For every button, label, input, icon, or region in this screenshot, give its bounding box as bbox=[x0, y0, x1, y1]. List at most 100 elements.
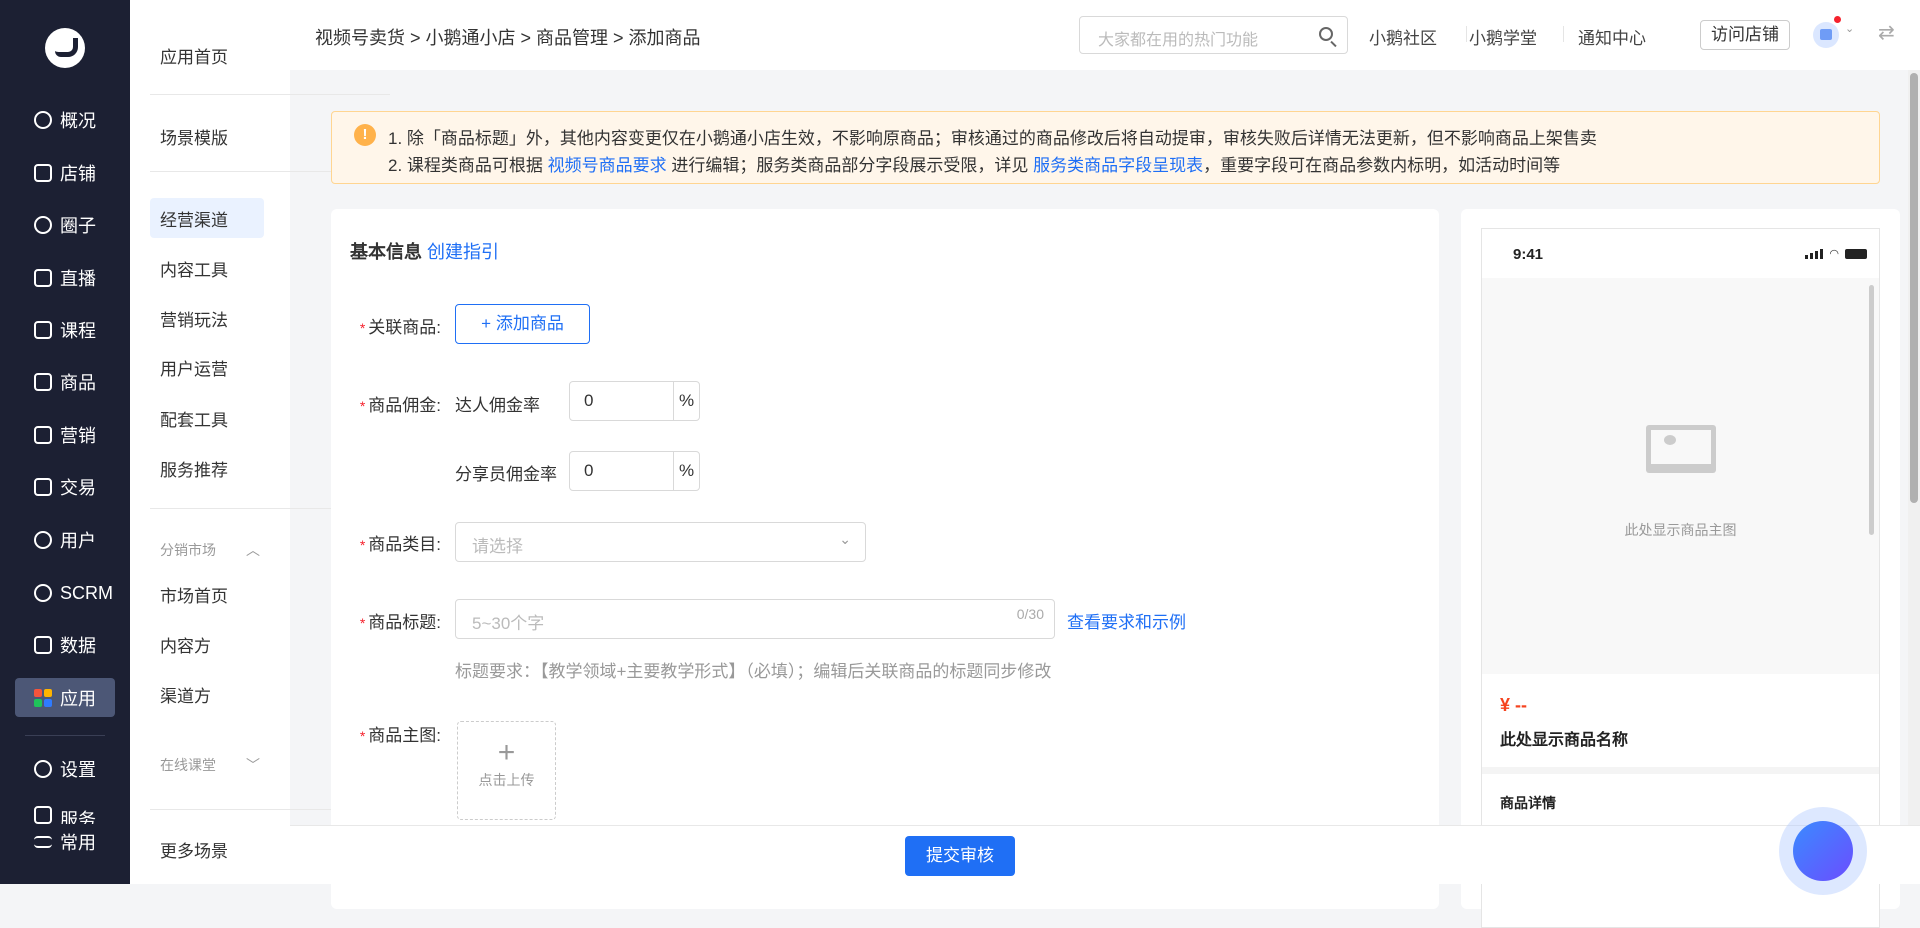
image-placeholder: 此处显示商品主图 bbox=[1482, 278, 1879, 674]
chat-icon bbox=[34, 584, 52, 602]
chart-icon bbox=[34, 636, 52, 654]
sub-item[interactable]: 营销玩法 bbox=[150, 298, 264, 338]
bottom-bar: 提交审核 bbox=[290, 825, 1920, 884]
related-product-label: * 关联商品: bbox=[359, 318, 441, 337]
search-icon[interactable] bbox=[1319, 27, 1333, 41]
video-requirements-link[interactable]: 视频号商品要求 bbox=[548, 156, 667, 175]
nav-store[interactable]: 店铺 bbox=[0, 155, 130, 191]
main-image-label: * 商品主图: bbox=[359, 726, 441, 745]
group-icon bbox=[34, 216, 52, 234]
visit-store-button[interactable]: 访问店铺 bbox=[1700, 20, 1790, 50]
link-community[interactable]: 小鹅社区 bbox=[1369, 24, 1437, 49]
preview-name: 此处显示商品名称 bbox=[1500, 732, 1629, 749]
chevron-down-icon: ⌄ bbox=[839, 531, 851, 547]
nav-overview[interactable]: 概况 bbox=[0, 102, 130, 138]
chevron-up-icon: ︿ bbox=[246, 542, 260, 558]
sub-sidebar: 应用首页 场景模版 经营渠道 内容工具 营销玩法 用户运营 配套工具 服务推荐 … bbox=[130, 0, 390, 884]
signal-icon bbox=[1805, 249, 1824, 259]
divider bbox=[1563, 26, 1564, 42]
add-product-button[interactable]: + 添加商品 bbox=[455, 304, 590, 344]
sub-item[interactable]: 配套工具 bbox=[150, 398, 264, 438]
upload-image-button[interactable]: + 点击上传 bbox=[457, 721, 556, 820]
sub-item[interactable]: 用户运营 bbox=[150, 347, 264, 387]
user-icon bbox=[34, 531, 52, 549]
title-input[interactable]: 5~30个字 0/30 bbox=[455, 599, 1055, 639]
nav-trade[interactable]: 交易 bbox=[0, 469, 130, 505]
warning-icon: ! bbox=[354, 124, 376, 146]
top-bar: 视频号卖货 > 小鹅通小店 > 商品管理 > 添加商品 大家都在用的热门功能 小… bbox=[290, 0, 1920, 70]
create-guide-link[interactable]: 创建指引 bbox=[427, 242, 499, 262]
nav-data[interactable]: 数据 bbox=[0, 627, 130, 663]
sub-item[interactable]: 服务推荐 bbox=[150, 448, 264, 488]
nav-circle[interactable]: 圈子 bbox=[0, 207, 130, 243]
link-academy[interactable]: 小鹅学堂 bbox=[1469, 24, 1537, 49]
sharer-rate-label: 分享员佣金率 bbox=[455, 465, 557, 484]
nav-product[interactable]: 商品 bbox=[0, 364, 130, 400]
service-fields-link[interactable]: 服务类商品字段呈现表 bbox=[1033, 156, 1203, 175]
section-header: 基本信息 创建指引 bbox=[350, 242, 500, 262]
divider bbox=[1466, 26, 1467, 42]
talent-rate-input[interactable]: 0% bbox=[569, 381, 700, 421]
nav-live[interactable]: 直播 bbox=[0, 260, 130, 296]
page-scrollbar[interactable] bbox=[1908, 70, 1920, 825]
nav-course[interactable]: 课程 bbox=[0, 312, 130, 348]
sub-templates[interactable]: 场景模版 bbox=[150, 116, 264, 156]
nav-scrm[interactable]: SCRM bbox=[0, 575, 130, 611]
preview-price: ¥ -- bbox=[1500, 695, 1527, 715]
store-avatar[interactable] bbox=[1813, 22, 1839, 48]
notification-dot bbox=[1834, 16, 1841, 23]
plus-icon: + bbox=[497, 736, 516, 769]
notice-line-2: 2. 课程类商品可根据 视频号商品要求 进行编辑；服务类商品部分字段展示受限，详… bbox=[388, 156, 1561, 175]
nav-marketing[interactable]: 营销 bbox=[0, 417, 130, 453]
basic-info-card: 基本信息 创建指引 * 关联商品: + 添加商品 * 商品佣金: 达人佣金率 0% … bbox=[331, 209, 1439, 909]
chevron-down-icon[interactable]: ⌄ bbox=[1845, 22, 1854, 35]
product-icon bbox=[34, 373, 52, 391]
preview-detail-heading: 商品详情 bbox=[1500, 795, 1556, 811]
switch-icon[interactable]: ⇄ bbox=[1878, 20, 1895, 45]
sub-item[interactable]: 内容工具 bbox=[150, 248, 264, 288]
nav-apps[interactable]: 应用 bbox=[15, 678, 115, 717]
breadcrumb: 视频号卖货 > 小鹅通小店 > 商品管理 > 添加商品 bbox=[315, 28, 701, 48]
status-time: 9:41 bbox=[1513, 246, 1544, 263]
notice-banner: ! 1. 除「商品标题」外，其他内容变更仅在小鹅通小店生效，不影响原商品；审核通… bbox=[331, 111, 1880, 184]
nav-common[interactable]: 常用 bbox=[0, 824, 130, 860]
sub-item-channels[interactable]: 经营渠道 bbox=[150, 198, 264, 238]
wifi-icon: ◠ bbox=[1829, 248, 1839, 260]
store-icon bbox=[34, 164, 52, 182]
search-input[interactable]: 大家都在用的热门功能 bbox=[1079, 16, 1348, 54]
chevron-down-icon: ﹀ bbox=[246, 757, 260, 773]
apps-icon bbox=[34, 688, 52, 707]
nav-service[interactable]: 服务 bbox=[0, 806, 130, 824]
nav-settings[interactable]: 设置 bbox=[0, 751, 130, 787]
megaphone-icon bbox=[34, 426, 52, 444]
sub-more-scenes[interactable]: 更多场景 bbox=[150, 829, 264, 869]
pie-chart-icon bbox=[34, 111, 52, 129]
main-sidebar: 概况 店铺 圈子 直播 课程 商品 营销 交易 用户 SCRM 数据 应用 设置… bbox=[0, 0, 130, 884]
gear-icon bbox=[34, 760, 52, 778]
assistant-bot-icon[interactable] bbox=[1779, 807, 1867, 895]
preview-scrollbar[interactable] bbox=[1869, 285, 1874, 535]
group-distribution-market[interactable]: 分销市场 ︿ bbox=[160, 540, 260, 560]
sub-app-home[interactable]: 应用首页 bbox=[150, 35, 264, 75]
sub-item[interactable]: 市场首页 bbox=[150, 574, 264, 614]
char-count: 0/30 bbox=[1016, 606, 1044, 622]
category-label: * 商品类目: bbox=[359, 535, 441, 554]
image-icon bbox=[1646, 425, 1716, 473]
book-icon bbox=[34, 321, 52, 339]
service-icon bbox=[34, 806, 52, 824]
submit-review-button[interactable]: 提交审核 bbox=[905, 836, 1015, 876]
category-select[interactable]: 请选择 ⌄ bbox=[455, 522, 866, 562]
title-example-link[interactable]: 查看要求和示例 bbox=[1067, 608, 1186, 633]
logo-icon[interactable] bbox=[45, 28, 85, 68]
notice-line-1: 1. 除「商品标题」外，其他内容变更仅在小鹅通小店生效，不影响原商品；审核通过的… bbox=[388, 129, 1597, 148]
group-online-class[interactable]: 在线课堂 ﹀ bbox=[160, 755, 260, 775]
sub-item[interactable]: 渠道方 bbox=[150, 674, 264, 714]
battery-icon bbox=[1845, 249, 1867, 259]
talent-rate-label: 达人佣金率 bbox=[455, 396, 540, 415]
sub-item[interactable]: 内容方 bbox=[150, 624, 264, 664]
title-label: * 商品标题: bbox=[359, 613, 441, 632]
sharer-rate-input[interactable]: 0% bbox=[569, 451, 700, 491]
list-icon bbox=[34, 836, 52, 848]
nav-users[interactable]: 用户 bbox=[0, 522, 130, 558]
link-notifications[interactable]: 通知中心 bbox=[1578, 24, 1646, 49]
